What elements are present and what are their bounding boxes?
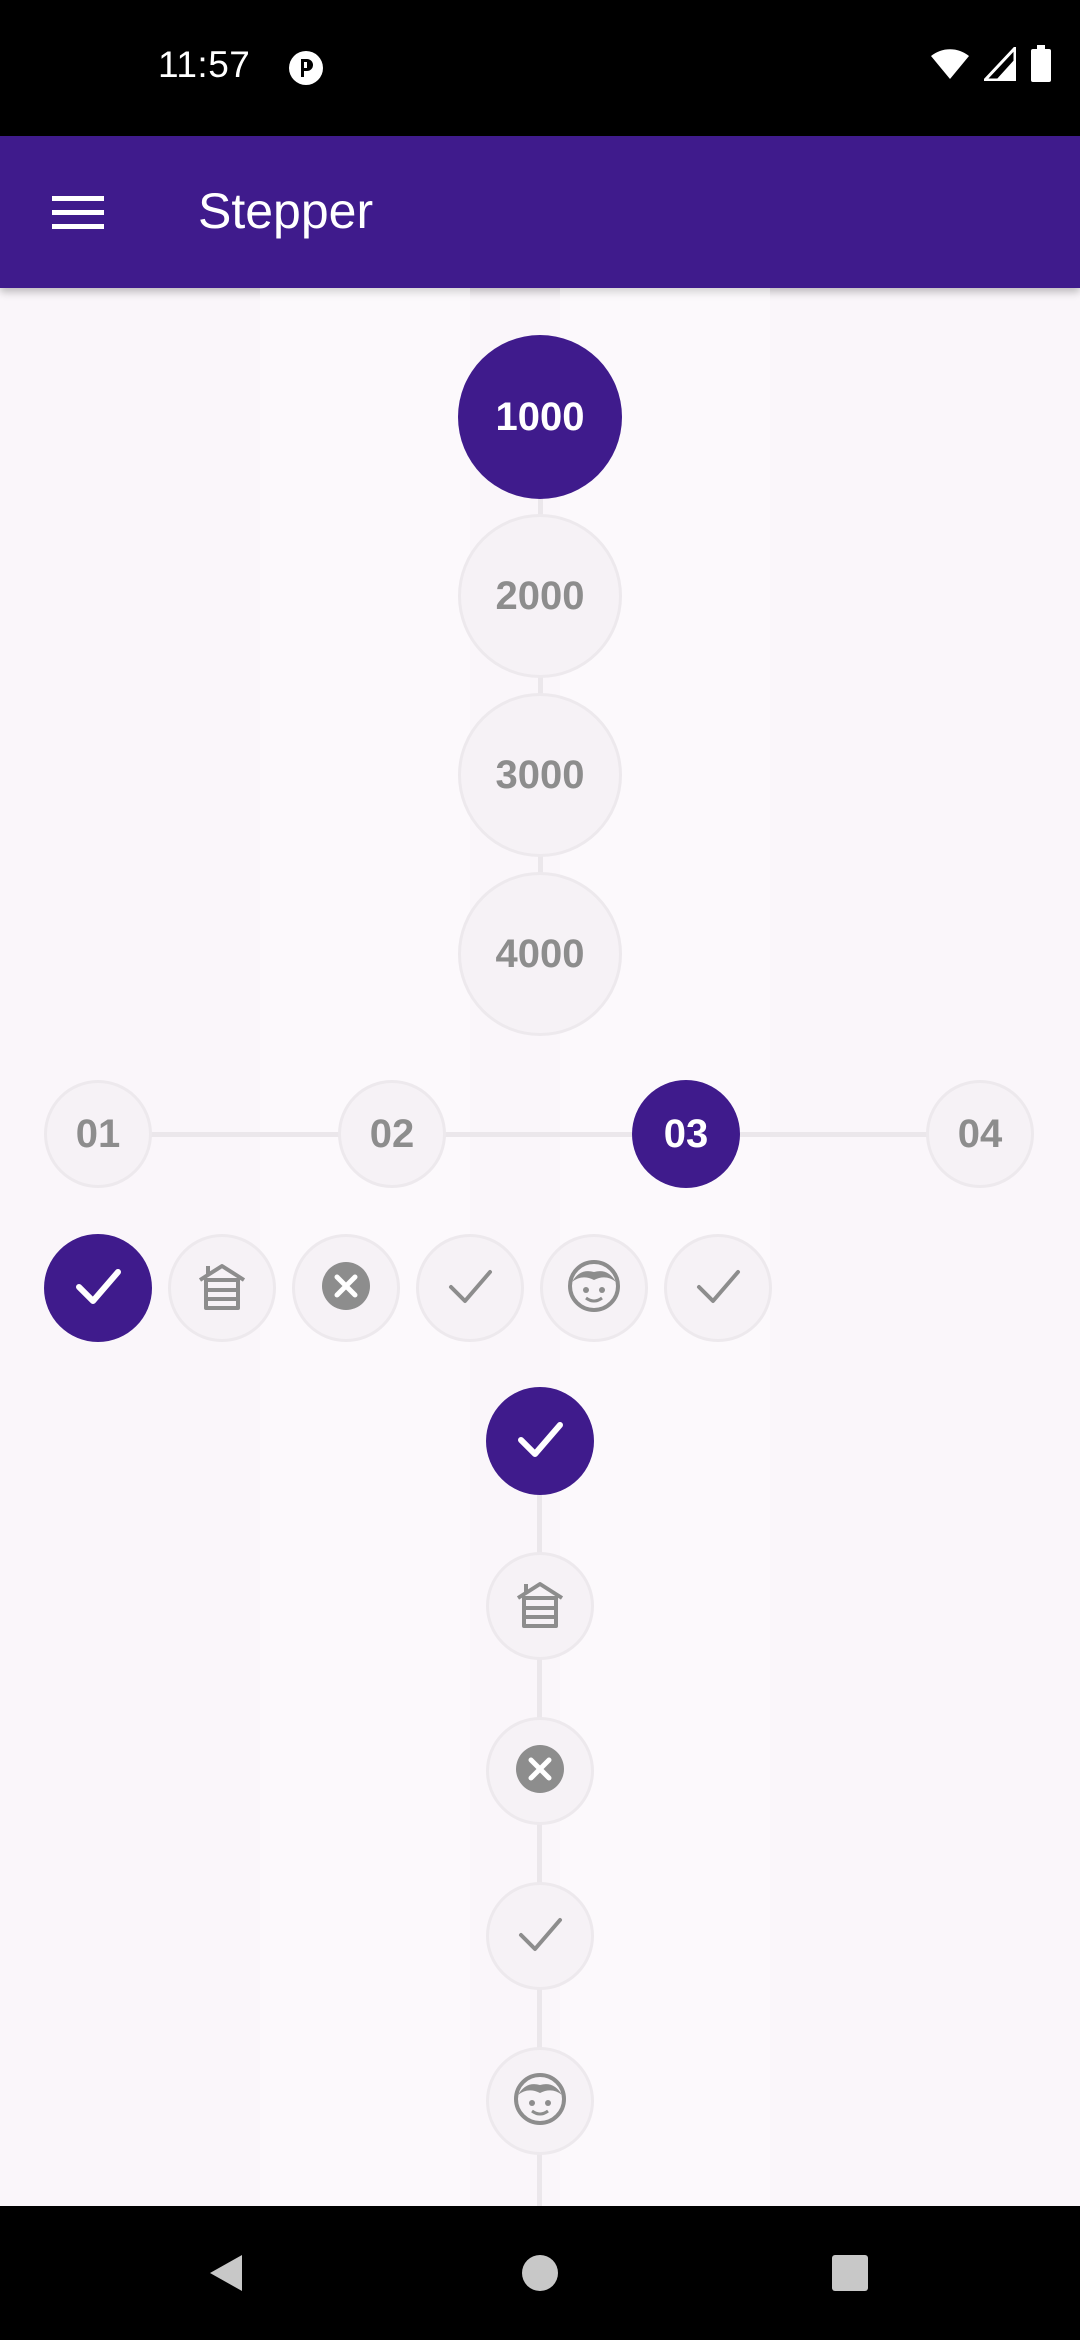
building-icon — [194, 1258, 250, 1319]
icon-step-building[interactable] — [168, 1234, 276, 1342]
face-icon — [566, 1258, 622, 1319]
step-label: 04 — [957, 1111, 1003, 1156]
step-label: 4000 — [495, 931, 585, 976]
close-circle-icon — [513, 1742, 567, 1801]
stepper-connector — [150, 1132, 980, 1137]
hamburger-menu-icon[interactable] — [30, 178, 126, 246]
notification-badge-icon — [288, 50, 324, 86]
step-3000[interactable]: 3000 — [458, 693, 622, 857]
check-icon — [691, 1259, 745, 1318]
icon-step-face[interactable] — [540, 1234, 648, 1342]
status-time: 11:57 — [158, 44, 251, 85]
status-bar: 11:57 — [0, 0, 1080, 136]
step-1000[interactable]: 1000 — [458, 335, 622, 499]
back-icon[interactable] — [146, 2206, 306, 2340]
icon-step-building[interactable] — [486, 1552, 594, 1660]
home-icon[interactable] — [460, 2206, 620, 2340]
step-03[interactable]: 03 — [632, 1080, 740, 1188]
status-icons — [930, 43, 1052, 88]
step-02[interactable]: 02 — [338, 1080, 446, 1188]
step-label: 02 — [369, 1111, 415, 1156]
step-label: 01 — [75, 1111, 121, 1156]
building-icon — [512, 1576, 568, 1637]
icon-step-close[interactable] — [486, 1717, 594, 1825]
app-bar: Stepper — [0, 136, 1080, 288]
stepper-showcase: 1000 2000 3000 4000 01 02 03 04 — [0, 288, 1080, 2206]
check-icon — [513, 1412, 567, 1471]
screen: 11:57 Stepper 1000 2000 3000 4000 01 02 … — [0, 0, 1080, 2340]
recents-icon[interactable] — [770, 2206, 930, 2340]
check-icon — [71, 1259, 125, 1318]
icon-step-face[interactable] — [486, 2047, 594, 2155]
step-04[interactable]: 04 — [926, 1080, 1034, 1188]
close-circle-icon — [319, 1259, 373, 1318]
icon-step-check[interactable] — [664, 1234, 772, 1342]
page-title: Stepper — [198, 183, 374, 239]
step-label: 03 — [663, 1111, 709, 1156]
step-label: 1000 — [495, 394, 585, 439]
step-4000[interactable]: 4000 — [458, 872, 622, 1036]
step-01[interactable]: 01 — [44, 1080, 152, 1188]
icon-step-check[interactable] — [44, 1234, 152, 1342]
icon-step-check[interactable] — [486, 1387, 594, 1495]
step-label: 2000 — [495, 573, 585, 618]
system-nav-bar — [0, 2206, 1080, 2340]
signal-icon — [981, 43, 1017, 86]
step-label: 3000 — [495, 752, 585, 797]
icon-step-close[interactable] — [292, 1234, 400, 1342]
step-2000[interactable]: 2000 — [458, 514, 622, 678]
icon-step-check[interactable] — [486, 1882, 594, 1990]
wifi-icon — [930, 48, 970, 85]
icon-step-check[interactable] — [416, 1234, 524, 1342]
battery-icon — [1030, 44, 1052, 88]
face-icon — [512, 2071, 568, 2132]
check-icon — [443, 1259, 497, 1318]
check-icon — [513, 1907, 567, 1966]
